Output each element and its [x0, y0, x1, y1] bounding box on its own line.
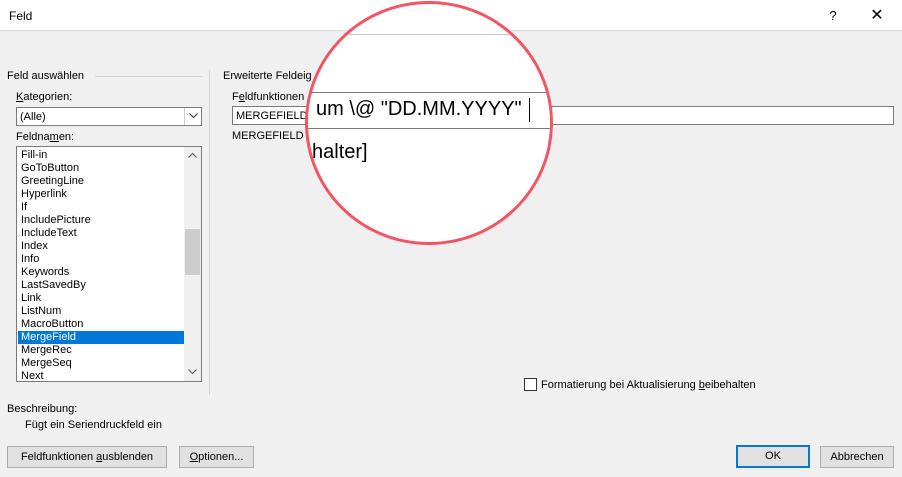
fieldnames-listbox[interactable]: Fill-in GoToButton GreetingLine Hyperlink If… [16, 146, 202, 382]
scroll-up-icon[interactable] [184, 147, 201, 164]
list-item[interactable]: GreetingLine [18, 175, 184, 188]
list-item[interactable]: MergeSeq [18, 357, 184, 370]
magnified-code-text: um \@ "DD.MM.YYYY" [316, 98, 522, 120]
listbox-scrollbar[interactable] [184, 147, 201, 381]
categories-label: Kategorien: [16, 91, 73, 103]
list-item[interactable]: MergeField [18, 331, 184, 344]
magnified-syntax-text: halter] [312, 141, 368, 163]
group-divider [95, 76, 203, 77]
hide-field-codes-button[interactable]: Feldfunktionen ausblenden [7, 446, 167, 468]
chevron-down-icon[interactable] [184, 108, 201, 125]
help-button[interactable]: ? [822, 5, 844, 27]
list-item[interactable]: GoToButton [18, 162, 184, 175]
scroll-thumb[interactable] [185, 229, 200, 275]
list-item[interactable]: Hyperlink [18, 188, 184, 201]
close-button[interactable]: ✕ [864, 5, 890, 27]
list-item[interactable]: MacroButton [18, 318, 184, 331]
field-codes-label: Feldfunktionen [232, 91, 305, 103]
list-item[interactable]: MergeRec [18, 344, 184, 357]
magnifier-overlay: um \@ "DD.MM.YYYY" halter] [305, 1, 553, 245]
field-codes-value: MERGEFIELD [236, 110, 308, 122]
list-item[interactable]: If [18, 201, 184, 214]
list-item[interactable]: LastSavedBy [18, 279, 184, 292]
cancel-button[interactable]: Abbrechen [820, 446, 894, 468]
dialog-title: Feld [9, 9, 33, 23]
list-item[interactable]: Info [18, 253, 184, 266]
preserve-formatting-label[interactable]: Formatierung bei Aktualisierung beibehal… [541, 379, 756, 391]
text-caret [529, 98, 530, 122]
advanced-field-group-title: Erweiterte Feldeig [223, 70, 312, 82]
list-item[interactable]: Keywords [18, 266, 184, 279]
options-button[interactable]: Optionen... [179, 446, 254, 468]
list-item[interactable]: Next [18, 370, 184, 381]
preserve-formatting-checkbox[interactable] [524, 378, 537, 391]
list-item[interactable]: IncludeText [18, 227, 184, 240]
list-item[interactable]: Index [18, 240, 184, 253]
categories-dropdown[interactable]: (Alle) [16, 107, 202, 126]
scroll-down-icon[interactable] [184, 364, 201, 381]
fieldnames-label: Feldnamen: [16, 131, 75, 143]
group-separator [209, 70, 210, 395]
description-text: Fügt ein Seriendruckfeld ein [25, 419, 162, 431]
ok-button[interactable]: OK [736, 445, 810, 468]
list-item[interactable]: IncludePicture [18, 214, 184, 227]
select-field-group-title: Feld auswählen [7, 70, 85, 82]
description-label: Beschreibung: [7, 403, 78, 415]
list-item[interactable]: Link [18, 292, 184, 305]
categories-value: (Alle) [20, 111, 46, 123]
magnified-divider [308, 34, 550, 35]
list-item[interactable]: Fill-in [18, 149, 184, 162]
list-item[interactable]: ListNum [18, 305, 184, 318]
